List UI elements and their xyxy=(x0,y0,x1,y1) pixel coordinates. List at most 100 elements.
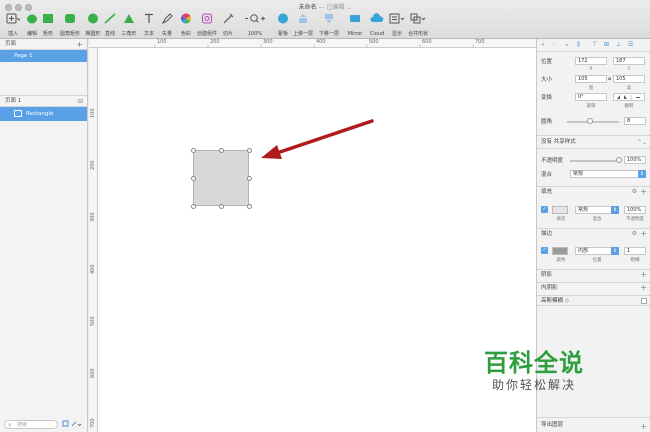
search-icon: ⚲ xyxy=(8,423,12,429)
zoom-control[interactable]: 100% xyxy=(243,12,267,38)
border-color-swatch[interactable] xyxy=(552,247,568,255)
resize-handle-right[interactable] xyxy=(247,176,252,181)
ruler-tick: 700 xyxy=(475,39,485,45)
blend-label: 混合 xyxy=(541,172,553,178)
border-color-sub-label: 颜色 xyxy=(556,258,566,263)
flip-icon xyxy=(617,95,640,101)
distribute-horizontal-icon[interactable]: ⫼ xyxy=(577,42,584,48)
position-label: 位置 xyxy=(541,59,553,65)
knife-icon xyxy=(223,13,234,24)
gear-icon[interactable]: ⚙ xyxy=(632,229,637,239)
rectangle-icon xyxy=(43,14,53,23)
fill-enabled-checkbox[interactable]: ✓ xyxy=(541,206,548,213)
bring-forward-icon xyxy=(299,14,307,23)
x-sub-label: X xyxy=(589,67,593,72)
radius-slider-track[interactable] xyxy=(567,121,619,123)
border-width-field[interactable]: 1 xyxy=(624,247,646,255)
search-placeholder: 搜索 xyxy=(17,422,28,428)
inner-shadow-section-label: 内阴影 xyxy=(541,285,558,291)
chevron-updown-icon: ⇕ xyxy=(638,170,646,178)
rotation-field[interactable]: 0° xyxy=(575,93,607,101)
ruler-tick: 200 xyxy=(210,39,220,45)
combine-shapes-label: 合并形状 xyxy=(407,31,428,37)
shared-style-select[interactable]: 没有 共享样式 ⌃⌄ xyxy=(537,135,650,149)
ruler-tick: 400 xyxy=(316,39,326,45)
pages-header: 页面 + xyxy=(0,39,87,50)
add-inner-shadow-icon[interactable]: + xyxy=(640,283,647,293)
rectangle-shape[interactable] xyxy=(193,150,249,206)
opacity-slider-track[interactable] xyxy=(570,160,620,162)
opacity-slider-knob[interactable] xyxy=(616,157,622,163)
align-left-icon[interactable]: ⫞ xyxy=(541,42,548,48)
shadow-section-label: 阴影 xyxy=(541,272,553,278)
pages-list-spacer xyxy=(0,62,87,96)
resize-handle-bottom-right[interactable] xyxy=(247,204,252,209)
resize-handle-left[interactable] xyxy=(191,176,196,181)
add-fill-icon[interactable]: + xyxy=(640,187,647,197)
pages-header-label: 页面 xyxy=(5,41,17,47)
radius-label: 圆角 xyxy=(541,119,553,125)
layers-header: 页面 1 ⊟ xyxy=(0,96,87,107)
size-label: 大小 xyxy=(541,77,553,83)
radius-slider-knob[interactable] xyxy=(587,118,593,124)
layer-item-label: Rectangle xyxy=(26,111,54,117)
add-border-icon[interactable]: + xyxy=(640,229,647,239)
pen-icon xyxy=(161,13,173,24)
lock-ratio-icon[interactable]: 🔒︎ xyxy=(608,75,611,83)
width-sub-label: 宽 xyxy=(588,86,594,91)
add-export-icon[interactable]: + xyxy=(640,420,647,432)
blend-mode-select[interactable]: 常规 xyxy=(570,170,646,178)
align-bottom-icon[interactable]: ⊥ xyxy=(616,42,623,48)
align-center-icon[interactable]: ⫶ xyxy=(553,42,560,48)
watermark-logo-text: 百科全说 xyxy=(484,349,584,377)
align-top-icon[interactable]: ⊤ xyxy=(592,42,599,48)
page-item[interactable]: Page 1 xyxy=(0,50,87,62)
blur-toggle-checkbox[interactable] xyxy=(641,298,647,304)
add-page-icon[interactable]: + xyxy=(76,39,83,50)
flip-buttons[interactable] xyxy=(613,93,645,101)
color-wheel-icon xyxy=(181,13,191,24)
layer-item-rectangle[interactable]: Rectangle xyxy=(0,107,87,121)
gear-icon[interactable]: ⚙ xyxy=(632,187,637,197)
fill-color-swatch[interactable] xyxy=(552,206,568,214)
shadow-section-header[interactable]: 阴影 + xyxy=(537,269,650,280)
resize-handle-bottom-left[interactable] xyxy=(191,204,196,209)
inner-shadow-section-header[interactable]: 内阴影 + xyxy=(537,282,650,293)
ruler-tick: 300 xyxy=(90,212,96,222)
collapse-layers-icon[interactable]: ⊟ xyxy=(78,96,83,107)
ruler-tick: 100 xyxy=(157,39,167,45)
fill-opacity-sub-label: 不透明度 xyxy=(626,217,644,222)
fill-section-label: 填充 xyxy=(541,189,553,195)
y-position-field[interactable]: 187 xyxy=(613,57,645,65)
export-section-header[interactable]: 导出图层 + xyxy=(537,417,650,432)
fill-opacity-field[interactable]: 100% xyxy=(624,206,646,214)
width-field[interactable]: 105 xyxy=(575,75,607,83)
rectangle-layer-icon xyxy=(14,110,22,117)
border-enabled-checkbox[interactable]: ✓ xyxy=(541,247,548,254)
layer-filter-icons[interactable] xyxy=(62,420,84,428)
height-field[interactable]: 105 xyxy=(613,75,645,83)
mirror-icon xyxy=(350,15,360,22)
resize-handle-top-left[interactable] xyxy=(191,148,196,153)
annotation-arrow-icon xyxy=(261,119,374,159)
align-middle-icon[interactable]: ⊞ xyxy=(604,42,611,48)
ruler-tick: 600 xyxy=(422,39,432,45)
opacity-field[interactable]: 100% xyxy=(624,156,646,164)
border-section-header: 描边 ⚙ + xyxy=(537,228,650,239)
x-position-field[interactable]: 172 xyxy=(575,57,607,65)
add-shadow-icon[interactable]: + xyxy=(640,270,647,280)
resize-handle-bottom[interactable] xyxy=(219,204,224,209)
ruler-tick: 600 xyxy=(90,368,96,378)
layers-header-label: 页面 1 xyxy=(5,98,22,104)
blur-section-header[interactable]: 高斯模糊 ◇ xyxy=(537,295,650,306)
radius-field[interactable]: 8 xyxy=(624,117,646,125)
distribute-vertical-icon[interactable]: ☰ xyxy=(628,42,635,48)
flip-sub-label: 翻转 xyxy=(624,104,634,109)
resize-handle-top[interactable] xyxy=(219,148,224,153)
watermark-subtitle: 助你轻松解决 xyxy=(492,378,577,392)
align-right-icon[interactable]: ⫟ xyxy=(565,42,572,48)
ruler-tick: 200 xyxy=(90,160,96,170)
combine-shapes-tool[interactable]: 合并形状 xyxy=(406,12,430,38)
layer-search-input[interactable]: ⚲ 搜索 xyxy=(4,420,58,429)
design-canvas[interactable]: 100 200 300 400 500 600 700 100 200 300 … xyxy=(89,39,536,432)
